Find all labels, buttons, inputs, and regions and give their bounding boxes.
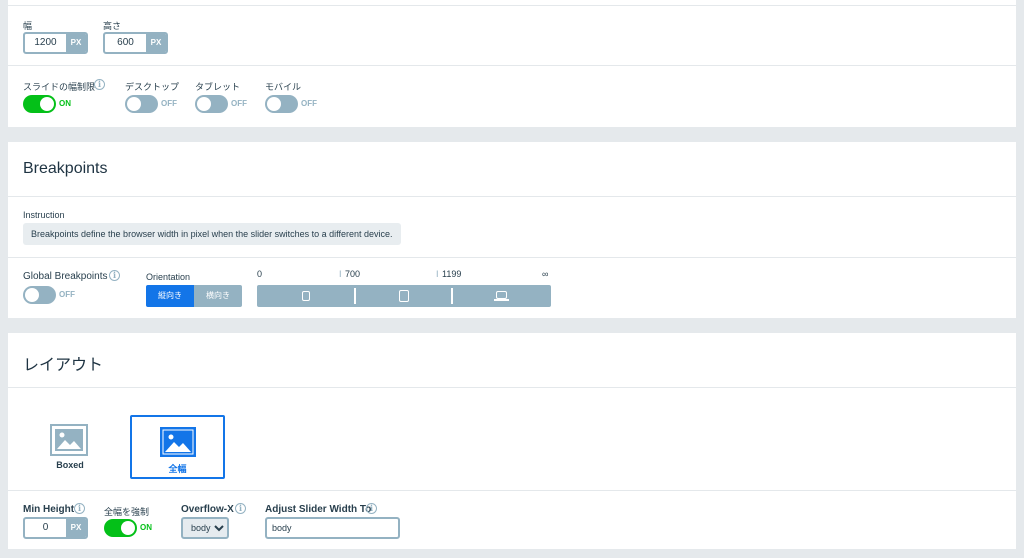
width-label: 幅 bbox=[23, 21, 33, 31]
layout-title: レイアウト bbox=[23, 357, 104, 374]
toggle-knob bbox=[40, 97, 54, 111]
force-fullwidth-state: ON bbox=[140, 523, 152, 532]
tablet-icon bbox=[399, 290, 409, 302]
force-fullwidth-label: 全幅を強制 bbox=[104, 507, 150, 517]
instruction-text: Breakpoints define the browser width in … bbox=[23, 223, 401, 245]
overflow-x-select[interactable]: body bbox=[181, 517, 229, 539]
toggle-knob bbox=[25, 288, 39, 302]
orientation-switch: 縦向き 横向き bbox=[146, 285, 242, 307]
global-breakpoints-state: OFF bbox=[59, 290, 75, 299]
info-icon[interactable]: i bbox=[366, 503, 377, 514]
breakpoint-bar[interactable] bbox=[257, 285, 551, 307]
mobile-icon bbox=[302, 291, 310, 301]
tablet-label: タブレット bbox=[195, 82, 241, 92]
height-unit: PX bbox=[146, 34, 166, 52]
breakpoint-divider[interactable] bbox=[451, 288, 453, 304]
height-value[interactable]: 600 bbox=[105, 34, 146, 52]
divider bbox=[8, 387, 1016, 388]
drag-handle-icon[interactable]: I bbox=[339, 269, 342, 279]
info-icon[interactable]: i bbox=[109, 270, 120, 281]
adjust-width-label: Adjust Slider Width To bbox=[265, 504, 372, 515]
info-icon[interactable]: i bbox=[235, 503, 246, 514]
toggle-knob bbox=[121, 521, 135, 535]
slide-limit-toggle[interactable] bbox=[23, 95, 56, 113]
laptop-base bbox=[494, 299, 509, 301]
divider bbox=[8, 5, 1016, 6]
breakpoint-divider[interactable] bbox=[354, 288, 356, 304]
min-height-value[interactable]: 0 bbox=[25, 519, 66, 537]
global-breakpoints-label: Global Breakpoints bbox=[23, 271, 108, 282]
image-boxed-icon bbox=[50, 424, 88, 456]
min-height-unit: PX bbox=[66, 519, 86, 537]
desktop-toggle[interactable] bbox=[125, 95, 158, 113]
divider bbox=[8, 257, 1016, 258]
mobile-toggle[interactable] bbox=[265, 95, 298, 113]
slide-limit-state: ON bbox=[59, 99, 71, 108]
min-height-label: Min Height bbox=[23, 504, 75, 515]
toggle-knob bbox=[197, 97, 211, 111]
width-input[interactable]: 1200 PX bbox=[23, 32, 88, 54]
drag-handle-icon[interactable]: I bbox=[436, 269, 439, 279]
height-input[interactable]: 600 PX bbox=[103, 32, 168, 54]
instruction-label: Instruction bbox=[23, 210, 65, 220]
layout-panel: レイアウト Boxed 全幅 Min Height i 0 PX 全幅を強制 O… bbox=[8, 333, 1016, 549]
desktop-state: OFF bbox=[161, 99, 177, 108]
height-label: 高さ bbox=[103, 21, 122, 31]
width-unit: PX bbox=[66, 34, 86, 52]
layout-fullwidth-label: 全幅 bbox=[168, 464, 187, 474]
divider bbox=[8, 65, 1016, 66]
global-breakpoints-toggle[interactable] bbox=[23, 286, 56, 304]
tablet-toggle[interactable] bbox=[195, 95, 228, 113]
image-fullwidth-icon bbox=[160, 427, 196, 457]
orientation-portrait[interactable]: 縦向き bbox=[146, 285, 194, 307]
layout-fullwidth-option[interactable]: 全幅 bbox=[130, 415, 225, 479]
adjust-width-input[interactable]: body bbox=[265, 517, 400, 539]
scale-1199: 1199 bbox=[442, 269, 462, 279]
width-value[interactable]: 1200 bbox=[25, 34, 66, 52]
divider bbox=[8, 196, 1016, 197]
desktop-label: デスクトップ bbox=[125, 82, 180, 92]
divider bbox=[8, 490, 1016, 491]
breakpoints-title: Breakpoints bbox=[23, 160, 108, 177]
size-panel: 幅 1200 PX 高さ 600 PX スライドの幅制限 i ON デスクトップ… bbox=[8, 0, 1016, 127]
breakpoints-panel: Breakpoints Instruction Breakpoints defi… bbox=[8, 142, 1016, 318]
force-fullwidth-toggle[interactable] bbox=[104, 519, 137, 537]
orientation-landscape[interactable]: 横向き bbox=[194, 285, 242, 307]
scale-infinity: ∞ bbox=[542, 269, 549, 279]
overflow-x-label: Overflow-X bbox=[181, 504, 234, 515]
min-height-input[interactable]: 0 PX bbox=[23, 517, 88, 539]
laptop-icon bbox=[496, 291, 507, 299]
info-icon[interactable]: i bbox=[94, 79, 105, 90]
layout-boxed-option[interactable]: Boxed bbox=[45, 415, 95, 477]
tablet-state: OFF bbox=[231, 99, 247, 108]
mobile-label: モバイル bbox=[265, 82, 302, 92]
layout-boxed-label: Boxed bbox=[56, 460, 84, 470]
slide-limit-label: スライドの幅制限 bbox=[23, 82, 96, 92]
scale-700: 700 bbox=[345, 269, 361, 279]
scale-start: 0 bbox=[257, 269, 263, 279]
info-icon[interactable]: i bbox=[74, 503, 85, 514]
toggle-knob bbox=[267, 97, 281, 111]
mobile-state: OFF bbox=[301, 99, 317, 108]
orientation-label: Orientation bbox=[146, 272, 191, 282]
toggle-knob bbox=[127, 97, 141, 111]
